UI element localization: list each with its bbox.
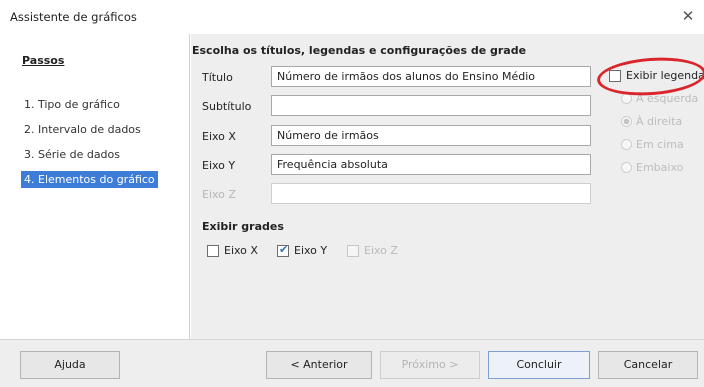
- legend-top-radio: [621, 139, 632, 150]
- step-data-series[interactable]: 3. Série de dados: [21, 146, 123, 163]
- x-axis-label: Eixo X: [202, 130, 236, 143]
- grid-y-label: Eixo Y: [294, 244, 328, 257]
- legend-bottom-radio: [621, 162, 632, 173]
- subtitle-input[interactable]: [271, 95, 591, 116]
- step-chart-elements[interactable]: 4. Elementos do gráfico: [21, 171, 158, 188]
- legend-top-label: Em cima: [636, 138, 684, 151]
- close-icon[interactable]: ✕: [680, 8, 696, 24]
- y-axis-label: Eixo Y: [202, 159, 236, 172]
- section-title: Escolha os títulos, legendas e configura…: [192, 44, 527, 57]
- step-data-range[interactable]: 2. Intervalo de dados: [21, 121, 144, 138]
- step-chart-type[interactable]: 1. Tipo de gráfico: [21, 96, 123, 113]
- grid-z-label: Eixo Z: [364, 244, 398, 257]
- legend-right-radio: [621, 116, 632, 127]
- grid-z-checkbox: [347, 245, 359, 257]
- button-bar: Ajuda < Anterior Próximo > Concluir Canc…: [0, 339, 704, 387]
- grid-x-checkbox[interactable]: [207, 245, 219, 257]
- help-button[interactable]: Ajuda: [20, 351, 120, 379]
- previous-button[interactable]: < Anterior: [266, 351, 372, 379]
- checkmark-icon: ✔: [279, 243, 289, 256]
- window-title: Assistente de gráficos: [10, 10, 137, 24]
- finish-button[interactable]: Concluir: [488, 351, 590, 379]
- x-axis-input[interactable]: Número de irmãos: [271, 125, 591, 146]
- title-label: Título: [202, 71, 233, 84]
- grids-title: Exibir grades: [202, 220, 284, 233]
- title-input[interactable]: Número de irmãos dos alunos do Ensino Mé…: [271, 66, 591, 87]
- title-bar: Assistente de gráficos ✕: [0, 0, 704, 34]
- grid-y-checkbox[interactable]: ✔: [277, 243, 289, 257]
- steps-header: Passos: [22, 54, 65, 67]
- z-axis-input: [271, 183, 591, 204]
- legend-right-label: À direita: [636, 115, 683, 128]
- next-button: Próximo >: [380, 351, 480, 379]
- y-axis-input[interactable]: Frequência absoluta: [271, 154, 591, 175]
- steps-panel: Passos 1. Tipo de gráfico 2. Intervalo d…: [0, 34, 190, 339]
- cancel-button[interactable]: Cancelar: [598, 351, 698, 379]
- grid-x-label: Eixo X: [224, 244, 258, 257]
- z-axis-label: Eixo Z: [202, 188, 236, 201]
- legend-bottom-label: Embaixo: [636, 161, 684, 174]
- subtitle-label: Subtítulo: [202, 100, 252, 113]
